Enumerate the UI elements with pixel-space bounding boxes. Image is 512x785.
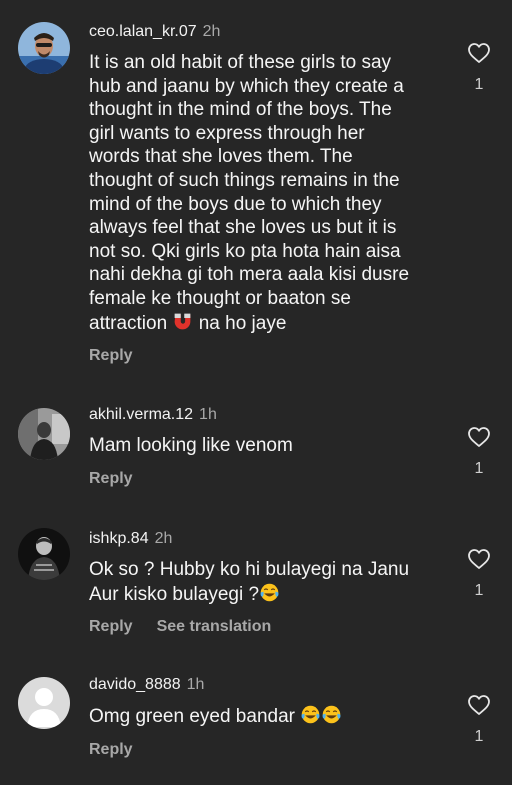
- timestamp: 2h: [154, 530, 173, 547]
- heart-icon[interactable]: [467, 42, 491, 64]
- username[interactable]: ishkp.84: [89, 530, 149, 547]
- like-count: 1: [474, 76, 484, 93]
- comment-line: Aur kisko bulayegi ?: [89, 582, 449, 607]
- comment-line: not so. Qki girls ko pta hota hain aisa: [89, 240, 401, 262]
- comment-actions: Reply: [89, 346, 449, 366]
- reply-button[interactable]: Reply: [89, 470, 133, 487]
- heart-icon[interactable]: [467, 426, 491, 448]
- comment-line: always feel that she loves us but it is: [89, 217, 397, 239]
- comment-meta: ceo.lalan_kr.07 2h: [89, 21, 449, 43]
- comment-line: It is an old habit of these girls to say: [89, 52, 392, 73]
- reply-button[interactable]: Reply: [89, 741, 133, 758]
- like-area: 1: [466, 42, 492, 94]
- default-avatar-icon: [18, 677, 70, 729]
- avatar[interactable]: [18, 528, 70, 580]
- comment-text: It is an old habit of these girls to say…: [89, 51, 449, 335]
- magnet-emoji-icon: [175, 313, 191, 329]
- user-photo-icon: [18, 408, 70, 460]
- comment-line: mind of the boys due to which they: [89, 193, 382, 215]
- reply-button[interactable]: Reply: [89, 618, 133, 635]
- avatar[interactable]: [18, 408, 70, 460]
- comment-line: hub and jaanu by which they create a: [89, 75, 404, 97]
- tears-of-joy-emoji-icon: [322, 705, 341, 724]
- like-count: 1: [474, 460, 484, 477]
- like-count: 1: [474, 728, 484, 745]
- comment-text: Mam looking like venom: [89, 434, 449, 458]
- comment-text: Ok so ? Hubby ko hi bulayegi na Janu Aur…: [89, 558, 449, 606]
- comment-line: Ok so ? Hubby ko hi bulayegi na Janu: [89, 559, 410, 580]
- heart-icon[interactable]: [467, 548, 491, 570]
- comment-line: nahi dekha gi toh mera aala kisi dusre: [89, 264, 410, 286]
- comment-line: female ke thought or baaton se: [89, 287, 351, 309]
- comment-text-part: na ho jaye: [198, 312, 287, 334]
- user-photo-icon: [18, 22, 70, 74]
- like-area: 1: [466, 694, 492, 746]
- timestamp: 2h: [202, 23, 221, 40]
- heart-icon[interactable]: [467, 694, 491, 716]
- comment-text-part: Aur kisko bulayegi ?: [89, 583, 260, 605]
- comment-text: Omg green eyed bandar: [89, 704, 449, 729]
- comment-line: girl wants to express through her: [89, 122, 365, 144]
- comment-meta: ishkp.84 2h: [89, 528, 449, 550]
- comment-line: thought in the mind of the boys. The: [89, 99, 392, 121]
- comment-actions: Reply: [89, 469, 449, 489]
- comment-line: thought of such things remains in the: [89, 169, 400, 191]
- avatar[interactable]: [18, 22, 70, 74]
- username[interactable]: ceo.lalan_kr.07: [89, 23, 197, 40]
- see-translation-button[interactable]: See translation: [157, 618, 272, 635]
- user-photo-icon: [18, 528, 70, 580]
- tears-of-joy-emoji-icon: [301, 705, 320, 724]
- comment-actions: Reply: [89, 740, 449, 760]
- like-count: 1: [474, 582, 484, 599]
- comment-line: attraction na ho jaye: [89, 311, 449, 336]
- comment-text-part: Omg green eyed bandar: [89, 706, 295, 727]
- comment-actions: Reply See translation: [89, 617, 449, 637]
- like-area: 1: [466, 426, 492, 478]
- comment-meta: akhil.verma.12 1h: [89, 404, 449, 426]
- comment-line: Mam looking like venom: [89, 435, 293, 456]
- reply-button[interactable]: Reply: [89, 347, 133, 364]
- comment-line: Omg green eyed bandar: [89, 704, 449, 729]
- comment-line: words that she loves them. The: [89, 146, 353, 168]
- username[interactable]: akhil.verma.12: [89, 406, 193, 423]
- like-area: 1: [466, 548, 492, 600]
- comment-meta: davido_8888 1h: [89, 674, 449, 696]
- comment-text-part: attraction: [89, 312, 168, 334]
- timestamp: 1h: [186, 676, 205, 693]
- avatar[interactable]: [18, 677, 70, 729]
- timestamp: 1h: [199, 406, 217, 423]
- username[interactable]: davido_8888: [89, 676, 181, 693]
- tears-of-joy-emoji-icon: [260, 583, 279, 601]
